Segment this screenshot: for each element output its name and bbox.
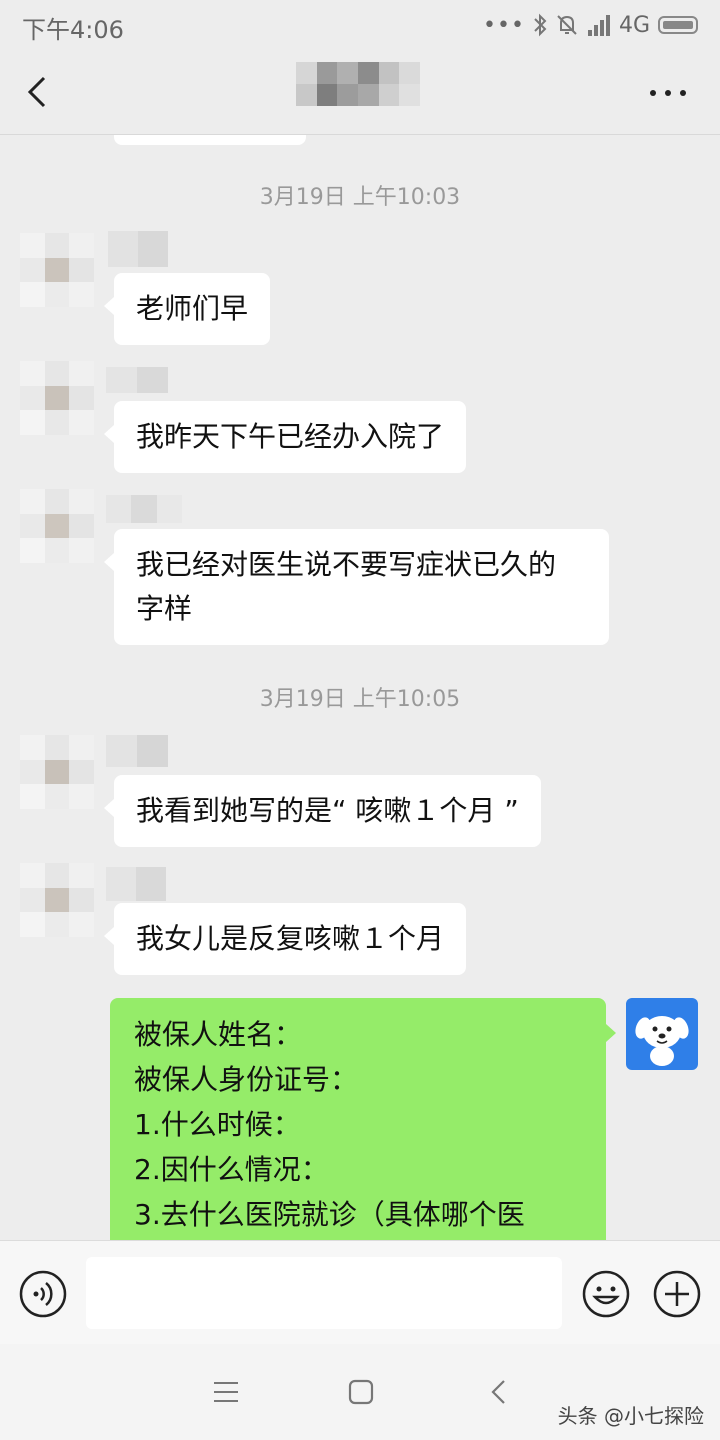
network-type: 4G — [618, 12, 650, 38]
status-bar: 下午4:06 ••• 4G — [0, 0, 720, 50]
message-bubble[interactable]: 我已经对医生说不要写症状已久的 字样 — [104, 529, 609, 645]
message-bubble[interactable]: 我女儿是反复咳嗽１个月 — [103, 903, 467, 975]
nickname-blurred — [108, 231, 168, 267]
back-icon[interactable] — [488, 1378, 510, 1406]
menu-icon[interactable] — [212, 1380, 240, 1404]
message-input[interactable] — [86, 1257, 562, 1329]
home-icon[interactable] — [348, 1379, 374, 1405]
my-avatar[interactable] — [626, 998, 698, 1070]
battery-icon — [658, 16, 698, 34]
avatar[interactable] — [20, 863, 94, 937]
avatar[interactable] — [20, 233, 94, 307]
plus-icon[interactable] — [652, 1269, 702, 1319]
message-bubble[interactable]: 老师们早 — [103, 273, 271, 345]
message-bubble[interactable]: 我昨天下午已经办入院了 — [103, 401, 467, 473]
chevron-left-icon[interactable] — [20, 70, 60, 114]
watermark: 头条 @小七探险 — [557, 1404, 704, 1428]
avatar[interactable] — [20, 361, 94, 435]
chat-title-blurred — [296, 62, 420, 106]
mute-icon — [557, 15, 577, 35]
chat-messages[interactable]: 3月19日 上午10:03 老师们早 我昨天下午已经办入院了 我已经对医生说不要… — [0, 135, 720, 1240]
bluetooth-icon — [534, 13, 547, 37]
more-notifications-icon: ••• — [483, 12, 525, 38]
my-message-bubble[interactable]: 被保人姓名： 被保人身份证号： 1.什么时候： 2.因什么情况： 3.去什么医院… — [110, 998, 616, 1240]
avatar[interactable] — [20, 489, 94, 563]
status-icons: ••• 4G — [483, 10, 698, 40]
input-bar — [0, 1240, 720, 1345]
previous-message-bubble — [114, 135, 306, 145]
message-bubble[interactable]: 我看到她写的是“ 咳嗽１个月 ” — [104, 775, 541, 847]
nickname-blurred — [106, 867, 166, 901]
timestamp: 3月19日 上午10:03 — [259, 185, 461, 210]
dog-mascot-icon — [635, 1016, 689, 1066]
nickname-blurred — [106, 367, 168, 393]
signal-icon — [587, 15, 610, 36]
timestamp: 3月19日 上午10:05 — [259, 687, 461, 712]
emoji-icon[interactable] — [581, 1269, 631, 1319]
voice-icon[interactable] — [19, 1270, 67, 1318]
nickname-blurred — [106, 495, 182, 523]
status-time: 下午4:06 — [22, 16, 124, 44]
nickname-blurred — [106, 735, 168, 767]
avatar[interactable] — [20, 735, 94, 809]
more-dots-icon[interactable] — [650, 86, 686, 100]
